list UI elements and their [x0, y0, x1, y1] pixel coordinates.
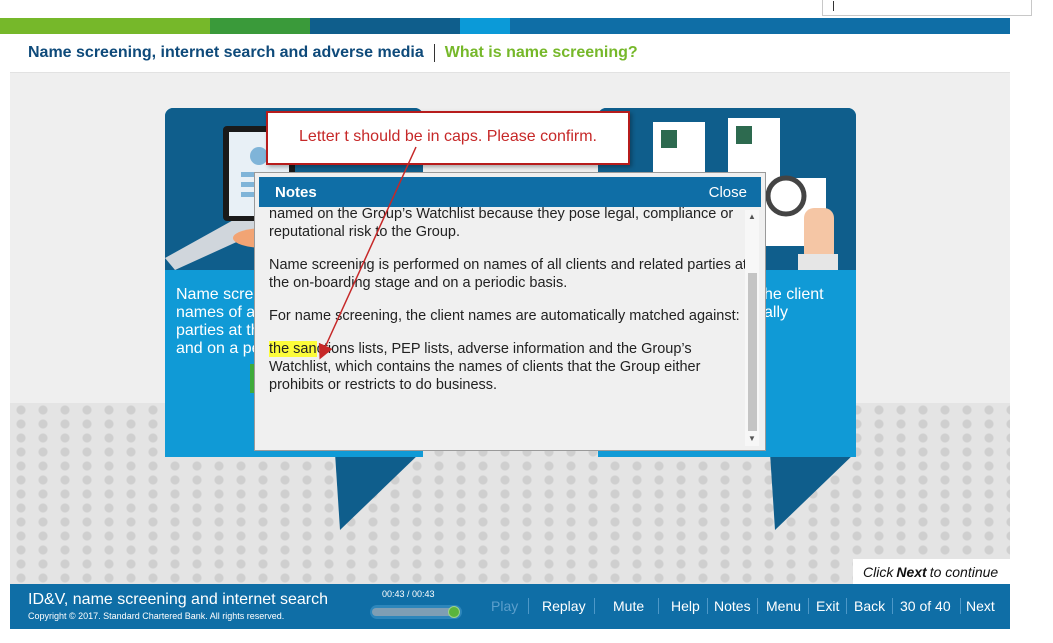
text-caret — [833, 1, 834, 11]
nav-divider — [594, 598, 595, 614]
nav-divider — [846, 598, 847, 614]
back-button[interactable]: Back — [854, 598, 885, 614]
hint-emphasis: Next — [896, 563, 927, 580]
scroll-up-arrow-icon[interactable]: ▲ — [748, 212, 756, 221]
hint-prefix: Click — [863, 563, 894, 580]
highlighted-text: the san — [269, 341, 317, 357]
color-bar-segment — [510, 18, 1010, 34]
module-title: Name screening, internet search and adve… — [28, 44, 424, 61]
page-title: What is name screening? — [444, 44, 638, 61]
menu-button[interactable]: Menu — [766, 598, 801, 614]
color-bar-segment — [210, 18, 310, 34]
scroll-thumb[interactable] — [748, 273, 757, 431]
window-bottom-strip — [0, 629, 1053, 643]
mute-button[interactable]: Mute — [613, 598, 644, 614]
nav-divider — [528, 598, 529, 614]
exit-button[interactable]: Exit — [816, 598, 839, 614]
breadcrumb: Name screening, internet search and adve… — [10, 34, 1010, 73]
notes-paragraph-rest: ctions lists, PEP lists, adverse informa… — [269, 341, 701, 393]
right-gutter — [1010, 34, 1053, 629]
left-card-line: parties at th — [176, 322, 260, 339]
progress-handle[interactable] — [448, 606, 460, 618]
nav-divider — [960, 598, 961, 614]
help-button[interactable]: Help — [671, 598, 700, 614]
nav-divider — [808, 598, 809, 614]
nav-divider — [658, 598, 659, 614]
course-title: ID&V, name screening and internet search — [28, 591, 329, 608]
right-card-line: he client — [764, 286, 824, 303]
color-bar-segment — [460, 18, 510, 34]
course-player: { "top_bar": { "segments": [ {"color": "… — [0, 0, 1053, 643]
play-button[interactable]: Play — [491, 598, 518, 614]
page-indicator: 30 of 40 — [900, 598, 951, 614]
nav-divider — [892, 598, 893, 614]
brand-color-bar — [0, 18, 1010, 34]
player-footer: ID&V, name screening and internet search… — [10, 584, 1010, 629]
scroll-down-arrow-icon[interactable]: ▼ — [748, 434, 756, 443]
progress-fill — [372, 608, 454, 616]
hint-suffix: to continue — [929, 563, 999, 580]
left-card-line: and on a pe — [176, 340, 261, 357]
next-button[interactable]: Next — [966, 598, 995, 614]
replay-button[interactable]: Replay — [542, 598, 586, 614]
left-card-text: Name scre names of a parties at th and o… — [176, 286, 261, 358]
notes-paragraph-highlighted: the sanctions lists, PEP lists, adverse … — [269, 340, 749, 394]
notes-paragraph: For name screening, the client names are… — [269, 308, 740, 324]
notes-scrollbar[interactable]: ▲ ▼ — [745, 210, 759, 446]
continue-hint: Click Next to continue — [853, 559, 1010, 584]
color-bar-segment — [310, 18, 460, 34]
playback-time: 00:43 / 00:43 — [382, 589, 435, 599]
right-card-line: ally — [764, 304, 789, 321]
review-comment: Letter t should be in caps. Please confi… — [266, 111, 630, 165]
notes-header: Notes Close — [259, 177, 761, 207]
left-card-line: names of a — [176, 304, 256, 321]
nav-divider — [707, 598, 708, 614]
search-input[interactable] — [822, 0, 1032, 16]
right-card-tail — [770, 453, 855, 530]
notes-paragraph: Name screening is performed on names of … — [269, 257, 747, 291]
left-card-tail — [335, 453, 420, 530]
copyright-text: Copyright © 2017. Standard Chartered Ban… — [28, 611, 285, 621]
progress-slider[interactable] — [370, 605, 462, 619]
right-card-text: he client ally — [764, 286, 824, 322]
notes-button[interactable]: Notes — [714, 598, 751, 614]
breadcrumb-separator — [433, 44, 435, 62]
notes-content: procedures and in Group Sanctions Policy… — [269, 187, 749, 443]
notes-dialog: procedures and in Group Sanctions Policy… — [254, 172, 766, 451]
notes-title: Notes — [275, 184, 317, 201]
nav-divider — [757, 598, 758, 614]
color-bar-segment — [0, 18, 210, 34]
left-card-line: Name scre — [176, 286, 254, 303]
notes-close-button[interactable]: Close — [709, 184, 747, 201]
